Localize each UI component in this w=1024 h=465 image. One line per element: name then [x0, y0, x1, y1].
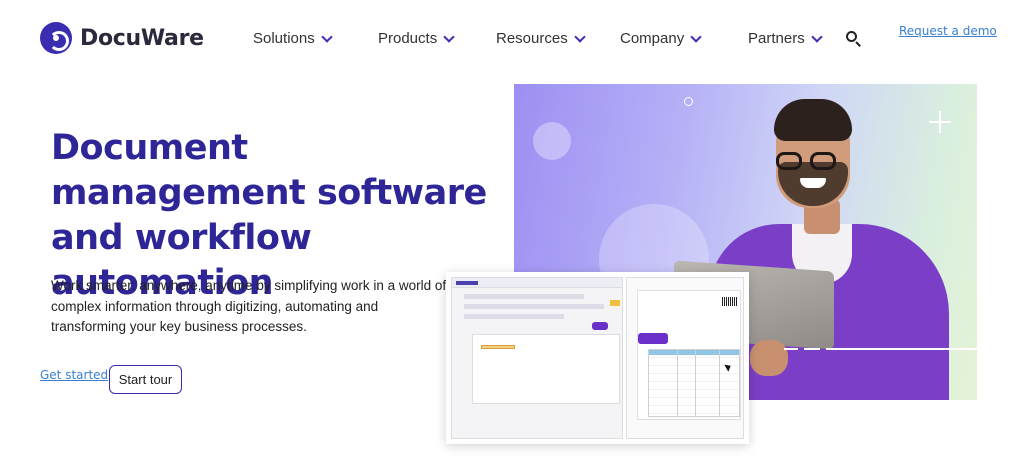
- glasses-icon: [776, 152, 802, 170]
- nav-item-partners[interactable]: Partners: [748, 30, 823, 47]
- mockup-main-window: [451, 277, 623, 439]
- mockup-document: [637, 290, 741, 420]
- person-smile: [800, 178, 826, 188]
- software-screenshot: [446, 272, 749, 444]
- mockup-panel: [472, 334, 620, 404]
- brand-logo[interactable]: DocuWare: [40, 22, 204, 54]
- chevron-down-icon: [443, 30, 455, 43]
- chevron-down-icon: [574, 30, 586, 43]
- nav-item-label: Company: [620, 30, 685, 47]
- mockup-toolbar: [452, 278, 622, 288]
- search-icon[interactable]: [846, 31, 862, 47]
- person-hair: [774, 99, 852, 141]
- mockup-row: [464, 304, 604, 309]
- decorative-line: [784, 348, 977, 350]
- glasses-icon: [810, 152, 836, 170]
- nav-item-solutions[interactable]: Solutions: [253, 30, 333, 47]
- chevron-down-icon: [690, 30, 702, 43]
- decorative-circle: [533, 122, 571, 160]
- person-hand: [750, 340, 788, 376]
- chevron-down-icon: [811, 30, 823, 43]
- nav-item-company[interactable]: Company: [620, 30, 702, 47]
- get-started-link[interactable]: Get started: [40, 368, 108, 382]
- nav-item-label: Products: [378, 30, 438, 47]
- mockup-table: [648, 349, 740, 417]
- mockup-pill: [592, 322, 608, 330]
- nav-item-products[interactable]: Products: [378, 30, 455, 47]
- mockup-highlight: [481, 345, 515, 349]
- mockup-row: [464, 314, 564, 319]
- mockup-badge: [610, 300, 620, 306]
- logo-icon: [40, 22, 72, 54]
- brand-name: DocuWare: [80, 25, 204, 51]
- hero-description: Work smarter: anywhere, anytime by simpl…: [51, 278, 447, 334]
- mockup-document-viewer: [626, 277, 744, 439]
- start-tour-button[interactable]: Start tour: [109, 365, 182, 394]
- nav-item-label: Partners: [748, 30, 805, 47]
- mockup-row: [464, 294, 584, 299]
- nav-item-label: Solutions: [253, 30, 315, 47]
- nav-item-label: Resources: [496, 30, 568, 47]
- nav-item-resources[interactable]: Resources: [496, 30, 586, 47]
- decorative-ring: [684, 97, 693, 106]
- request-demo-link[interactable]: Request a demo: [899, 24, 997, 38]
- plus-icon: [929, 111, 951, 133]
- barcode-icon: [722, 297, 738, 306]
- mockup-stamp: [638, 333, 668, 344]
- chevron-down-icon: [321, 30, 333, 43]
